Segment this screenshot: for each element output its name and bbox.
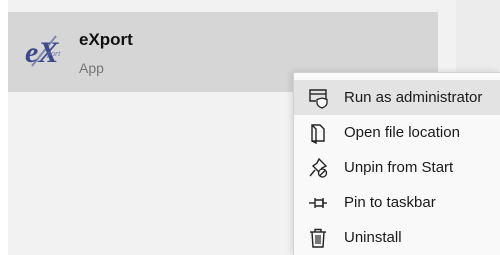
shield-window-icon	[307, 87, 329, 109]
menu-item-open-file-location[interactable]: Open file location	[294, 115, 500, 150]
menu-label: Uninstall	[344, 229, 402, 246]
menu-item-run-as-administrator[interactable]: Run as administrator	[294, 80, 500, 115]
unpin-icon	[307, 157, 329, 179]
app-type-label: App	[79, 60, 104, 76]
left-edge	[0, 0, 8, 255]
menu-label: Open file location	[344, 124, 460, 141]
export-logo-icon: eX port	[22, 26, 70, 74]
menu-label: Pin to taskbar	[344, 194, 436, 211]
trash-icon	[307, 227, 329, 249]
svg-text:port: port	[46, 49, 61, 58]
folder-icon	[307, 122, 329, 144]
menu-label: Unpin from Start	[344, 159, 454, 176]
menu-item-pin-to-taskbar[interactable]: Pin to taskbar	[294, 185, 500, 220]
start-menu-screen: eX port eXport App Run as administrator	[0, 0, 500, 255]
pin-icon	[307, 192, 329, 214]
app-name: eXport	[79, 30, 133, 49]
menu-item-uninstall[interactable]: Uninstall	[294, 220, 500, 255]
menu-item-unpin-from-start[interactable]: Unpin from Start	[294, 150, 500, 185]
menu-label: Run as administrator	[344, 89, 483, 106]
context-menu: Run as administrator Open file location	[293, 72, 500, 255]
